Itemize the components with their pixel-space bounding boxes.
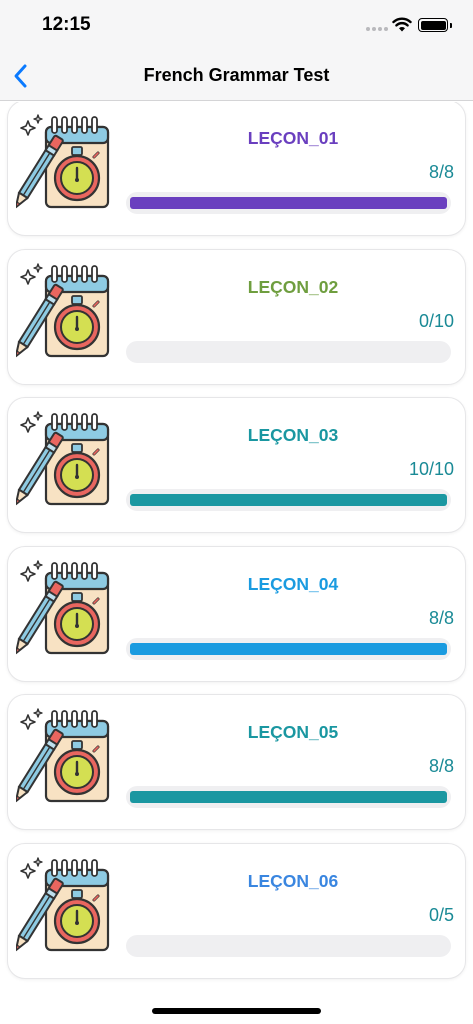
- progress-fill: [130, 791, 447, 803]
- lesson-card[interactable]: LEÇON_06 0/5: [7, 842, 466, 979]
- lesson-list[interactable]: LEÇON_01 8/8 LEÇON_02 0/10 LEÇON_03 10/1…: [0, 102, 473, 998]
- lesson-card[interactable]: LEÇON_04 8/8: [7, 545, 466, 682]
- lesson-title: LEÇON_03: [247, 425, 339, 445]
- lesson-progress-bar: [126, 192, 451, 214]
- lesson-title: LEÇON_06: [247, 870, 339, 891]
- progress-fill: [130, 494, 447, 506]
- status-time: 12:15: [42, 14, 91, 35]
- lesson-progress-bar: [126, 340, 451, 363]
- battery-icon: [418, 18, 452, 32]
- lesson-card[interactable]: LEÇON_03 10/10: [7, 397, 466, 533]
- home-indicator: [152, 1008, 321, 1014]
- lesson-progress-bar: [126, 637, 451, 660]
- lesson-score: 8/8: [428, 607, 454, 628]
- lesson-progress-bar: [126, 786, 451, 808]
- lesson-score: 0/10: [418, 310, 454, 331]
- notebook-stopwatch-icon: [14, 856, 116, 966]
- page-title: French Grammar Test: [143, 65, 330, 85]
- lesson-title: LEÇON_01: [247, 128, 339, 148]
- lesson-title: LEÇON_04: [247, 573, 339, 594]
- lesson-card[interactable]: LEÇON_02 0/10: [7, 248, 466, 385]
- lesson-score: 8/8: [428, 162, 454, 182]
- lesson-progress-bar: [126, 934, 451, 957]
- progress-fill: [130, 642, 447, 655]
- navigation-bar: French Grammar Test: [0, 50, 473, 101]
- notebook-stopwatch-icon: [14, 707, 116, 817]
- notebook-stopwatch-icon: [14, 262, 116, 372]
- progress-fill: [130, 197, 447, 209]
- wifi-icon: [392, 17, 412, 32]
- lesson-card[interactable]: LEÇON_01 8/8: [7, 102, 466, 236]
- lesson-progress-bar: [126, 489, 451, 511]
- cellular-signal-icon: [366, 27, 388, 31]
- status-bar: 12:15: [0, 0, 473, 50]
- notebook-stopwatch-icon: [14, 559, 116, 669]
- lesson-score: 8/8: [428, 756, 454, 776]
- notebook-stopwatch-icon: [14, 410, 116, 520]
- lesson-score: 0/5: [428, 904, 454, 925]
- notebook-stopwatch-icon: [14, 113, 116, 223]
- lesson-title: LEÇON_02: [247, 276, 339, 297]
- lesson-card[interactable]: LEÇON_05 8/8: [7, 694, 466, 830]
- lesson-score: 10/10: [408, 459, 454, 479]
- lesson-title: LEÇON_05: [247, 722, 339, 742]
